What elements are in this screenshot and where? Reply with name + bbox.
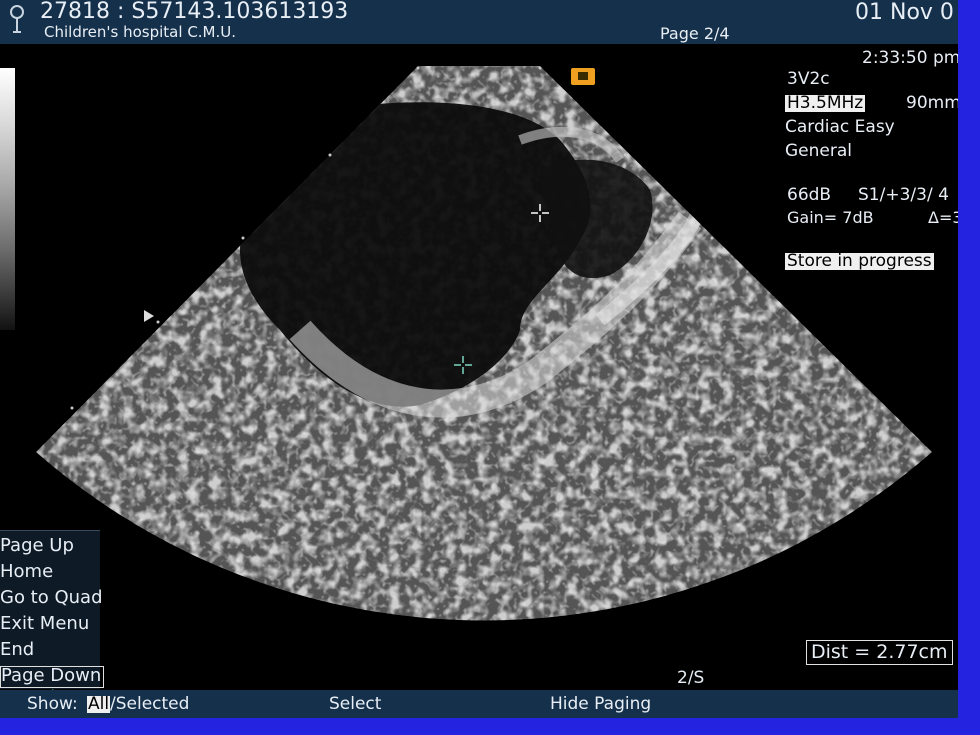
select-button[interactable]: Select xyxy=(329,696,381,713)
delta-label: Δ=3 xyxy=(928,208,958,227)
menu-item-page-up[interactable]: Page Up xyxy=(0,537,74,555)
menu-item-end[interactable]: End xyxy=(0,641,34,659)
caliper-cross-icon[interactable] xyxy=(531,204,549,222)
institution-name: Children's hospital C.M.U. xyxy=(44,23,237,41)
db-label: 66dB xyxy=(787,185,832,205)
mode-label: General xyxy=(785,141,852,161)
depth-label: 90mm xyxy=(906,93,958,113)
distance-measurement: Dist = 2.77cm xyxy=(806,640,953,665)
patient-id: 27818 : S57143.103613193 xyxy=(40,0,349,24)
probe-icon xyxy=(8,4,26,38)
preset-label: Cardiac Easy xyxy=(785,117,895,137)
hide-paging-button[interactable]: Hide Paging xyxy=(550,696,651,713)
exam-date: 01 Nov 0 xyxy=(855,0,954,25)
clock-time: 2:33:50 pm xyxy=(862,48,958,68)
paging-menu: Page Up Home Go to Quad Exit Menu End Pa… xyxy=(0,530,105,689)
show-all-option[interactable]: All xyxy=(87,696,111,713)
page-indicator: Page 2/4 xyxy=(660,24,730,43)
store-status: Store in progress xyxy=(785,251,934,271)
menu-item-home[interactable]: Home xyxy=(0,563,53,581)
show-label: Show: xyxy=(27,694,78,714)
menu-item-go-to-quad[interactable]: Go to Quad xyxy=(0,589,103,607)
frequency-label: H3.5MHz xyxy=(785,93,866,113)
sector-marker-label: 2/S xyxy=(677,668,705,688)
probe-label: 3V2c xyxy=(787,69,830,89)
ultrasound-screen: 27818 : S57143.103613193 Children's hosp… xyxy=(0,0,958,718)
caliper-cross-icon[interactable] xyxy=(454,356,472,374)
gain-label: Gain= 7dB xyxy=(787,208,874,227)
grayscale-bar xyxy=(0,68,15,330)
show-selected-option[interactable]: /Selected xyxy=(110,696,189,713)
s-param-label: S1/+3/3/ 4 xyxy=(858,185,949,205)
image-marker-icon xyxy=(571,68,595,85)
menu-item-exit-menu[interactable]: Exit Menu xyxy=(0,615,89,633)
